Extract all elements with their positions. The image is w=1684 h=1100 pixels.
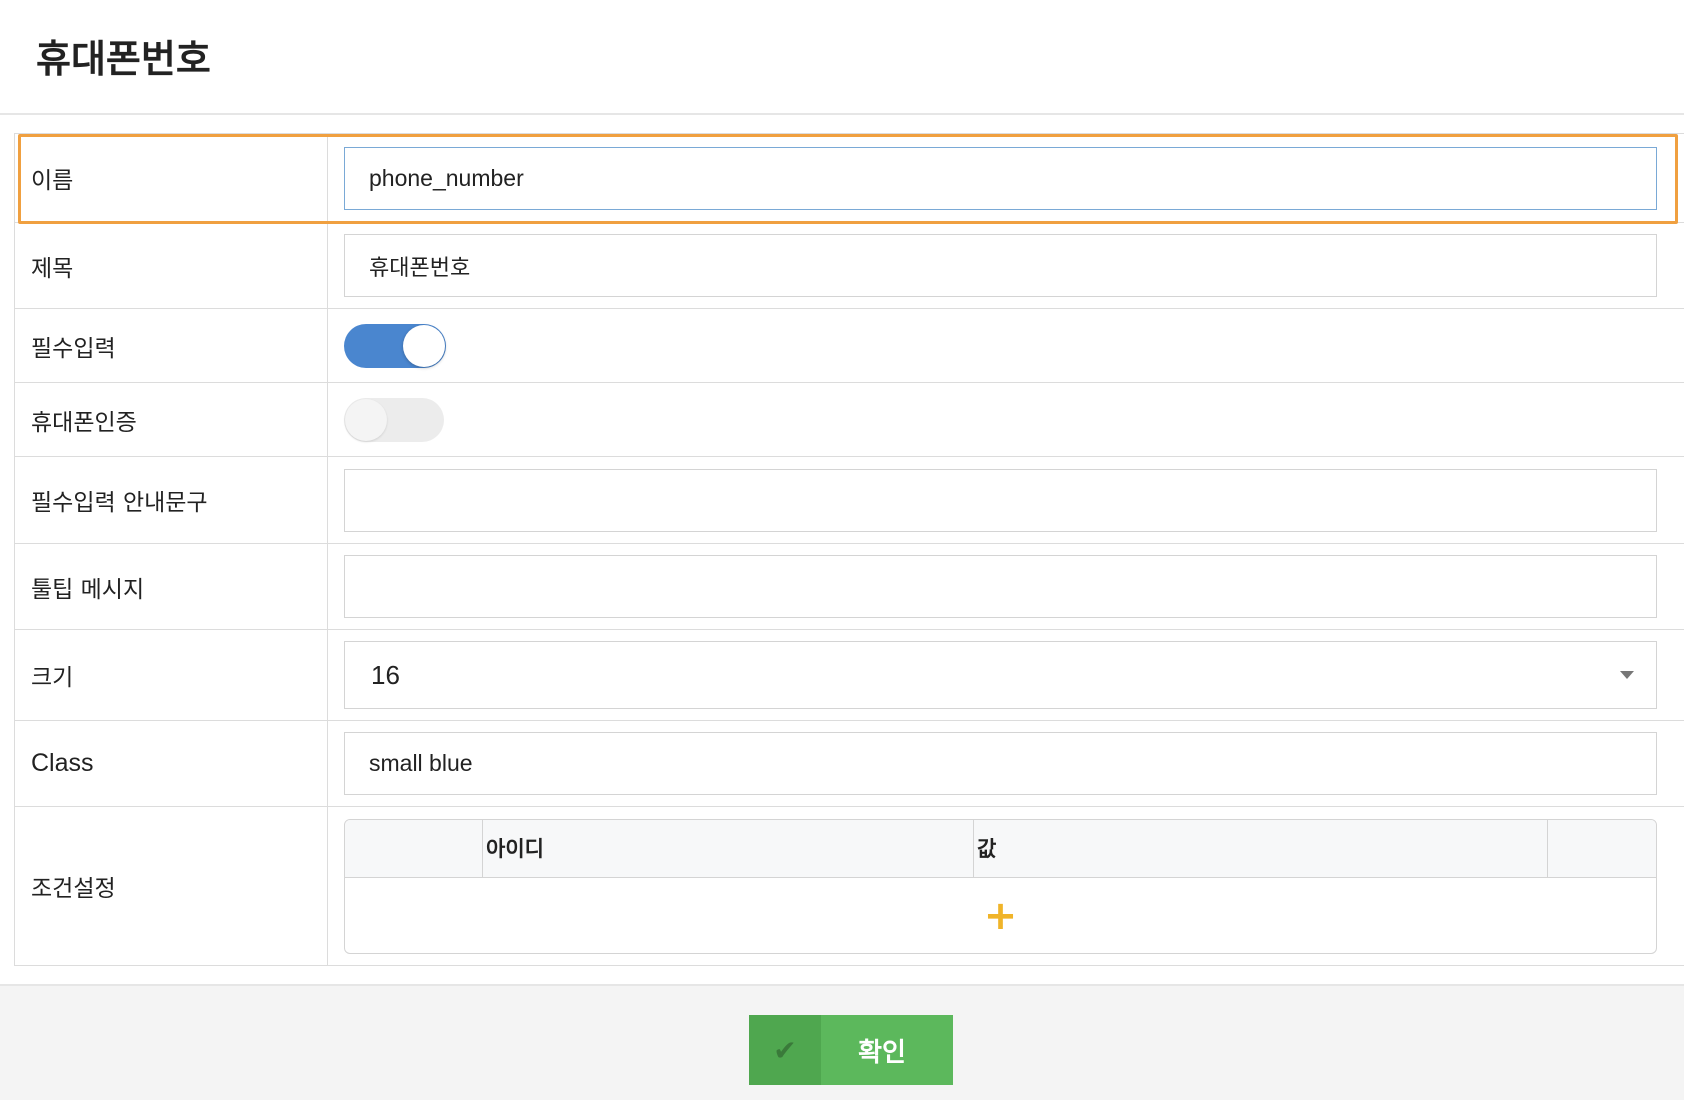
plus-icon[interactable]: + xyxy=(984,896,1018,936)
name-input[interactable]: phone_number xyxy=(344,146,1657,210)
size-selected-value: 16 xyxy=(371,659,400,690)
size-label: 크기 xyxy=(15,630,328,720)
phone-auth-toggle[interactable] xyxy=(344,397,444,442)
row-required-guide: 필수입력 안내문구 xyxy=(15,457,1684,544)
row-tooltip: 툴팁 메시지 xyxy=(15,544,1684,630)
row-required: 필수입력 xyxy=(15,309,1684,383)
title-input[interactable]: 휴대폰번호 xyxy=(344,234,1657,297)
required-guide-input[interactable] xyxy=(344,468,1657,532)
tooltip-input[interactable] xyxy=(344,555,1657,618)
row-phone-auth: 휴대폰인증 xyxy=(15,383,1684,457)
required-label: 필수입력 xyxy=(15,309,328,382)
condition-table-body: + xyxy=(345,878,1656,953)
row-class: Class small blue xyxy=(15,721,1684,807)
row-condition: 조건설정 아이디 값 + xyxy=(15,807,1684,965)
column-header xyxy=(1548,820,1656,877)
toggle-knob xyxy=(403,324,445,367)
required-toggle[interactable] xyxy=(344,323,446,368)
chevron-down-icon xyxy=(1620,671,1634,679)
title-label: 제목 xyxy=(15,223,328,308)
toggle-knob xyxy=(345,398,387,441)
column-header-id: 아이디 xyxy=(483,819,974,877)
column-header xyxy=(345,819,483,877)
row-size: 크기 16 xyxy=(15,630,1684,721)
class-input[interactable]: small blue xyxy=(344,732,1657,795)
field-settings-form: 이름 phone_number 제목 휴대폰번호 필수입력 휴대폰인증 필수입력… xyxy=(14,133,1684,966)
confirm-button[interactable]: ✔ 확인 xyxy=(749,1015,953,1085)
confirm-label: 확인 xyxy=(858,1036,906,1067)
check-icon: ✔ xyxy=(749,1015,821,1085)
dialog-header: 휴대폰번호 xyxy=(0,0,1684,115)
required-guide-label: 필수입력 안내문구 xyxy=(15,457,328,543)
row-title: 제목 휴대폰번호 xyxy=(15,223,1684,309)
column-header-value: 값 xyxy=(974,819,1548,877)
name-label: 이름 xyxy=(15,134,328,222)
size-select[interactable]: 16 xyxy=(344,641,1657,709)
class-label: Class xyxy=(15,721,328,806)
row-name: 이름 phone_number xyxy=(15,134,1684,223)
tooltip-label: 툴팁 메시지 xyxy=(15,544,328,629)
dialog-title: 휴대폰번호 xyxy=(36,37,211,81)
condition-table: 아이디 값 + xyxy=(344,818,1657,954)
condition-label: 조건설정 xyxy=(15,807,328,965)
phone-auth-label: 휴대폰인증 xyxy=(15,383,328,456)
dialog-footer: ✔ 확인 xyxy=(0,984,1684,1100)
condition-table-header: 아이디 값 xyxy=(345,819,1656,878)
